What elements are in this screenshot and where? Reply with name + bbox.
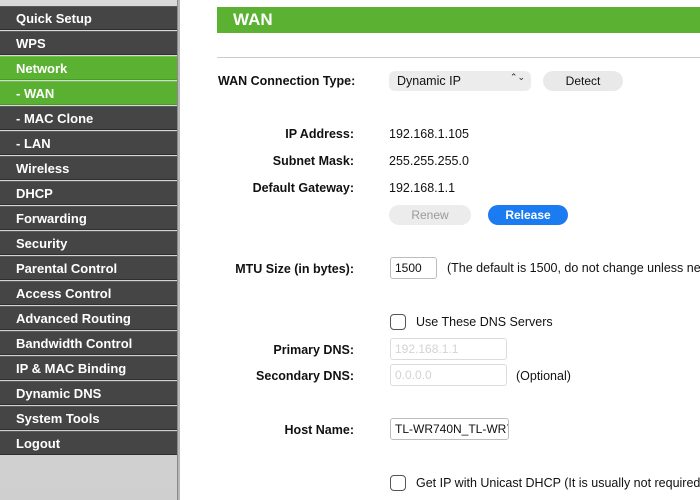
chevron-up-down-icon: ⌃⌄ <box>509 72 525 82</box>
mtu-size-label: MTU Size (in bytes): <box>235 262 354 276</box>
sidebar-item-access-control[interactable]: Access Control <box>0 281 177 305</box>
primary-dns-label: Primary DNS: <box>273 343 354 357</box>
connection-type-label: WAN Connection Type: <box>218 74 356 88</box>
sidebar-item-advanced-routing[interactable]: Advanced Routing <box>0 306 177 330</box>
unicast-dhcp-label: Get IP with Unicast DHCP (It is usually … <box>416 476 700 490</box>
renew-button[interactable]: Renew <box>389 205 471 225</box>
sidebar-item-network[interactable]: Network <box>0 56 177 80</box>
ip-address-label: IP Address: <box>285 127 354 141</box>
connection-type-select[interactable]: Dynamic IP ⌃⌄ <box>389 71 531 91</box>
default-gateway-value: 192.168.1.1 <box>389 181 456 195</box>
sidebar-scroll-edge <box>177 0 180 500</box>
release-button[interactable]: Release <box>488 205 568 225</box>
sidebar-item-mac-clone[interactable]: - MAC Clone <box>0 106 177 130</box>
page-title: WAN <box>217 7 700 33</box>
use-dns-label: Use These DNS Servers <box>416 315 553 329</box>
sidebar-item-wan[interactable]: - WAN <box>0 81 177 105</box>
primary-dns-input[interactable]: 192.168.1.1 <box>390 338 507 360</box>
mtu-size-input[interactable]: 1500 <box>390 257 437 279</box>
sidebar-item-lan[interactable]: - LAN <box>0 131 177 155</box>
sidebar-item-bandwidth-control[interactable]: Bandwidth Control <box>0 331 177 355</box>
unicast-dhcp-checkbox[interactable] <box>390 475 406 491</box>
sidebar-item-forwarding[interactable]: Forwarding <box>0 206 177 230</box>
sidebar-item-quick-setup[interactable]: Quick Setup <box>0 6 177 30</box>
host-name-input[interactable]: TL-WR740N_TL-WR741ND <box>390 418 509 440</box>
sidebar: Quick Setup WPS Network - WAN - MAC Clon… <box>0 0 180 500</box>
header-divider <box>217 57 700 58</box>
secondary-dns-input[interactable]: 0.0.0.0 <box>390 364 507 386</box>
sidebar-item-logout[interactable]: Logout <box>0 431 177 455</box>
sidebar-item-system-tools[interactable]: System Tools <box>0 406 177 430</box>
subnet-mask-value: 255.255.255.0 <box>389 154 469 168</box>
ip-address-value: 192.168.1.105 <box>389 127 469 141</box>
sidebar-item-wps[interactable]: WPS <box>0 31 177 55</box>
default-gateway-label: Default Gateway: <box>252 181 354 195</box>
sidebar-item-dhcp[interactable]: DHCP <box>0 181 177 205</box>
use-dns-checkbox[interactable] <box>390 314 406 330</box>
sidebar-item-wireless[interactable]: Wireless <box>0 156 177 180</box>
sidebar-item-security[interactable]: Security <box>0 231 177 255</box>
detect-button[interactable]: Detect <box>543 71 623 91</box>
secondary-dns-label: Secondary DNS: <box>256 369 354 383</box>
sidebar-item-ip-mac-binding[interactable]: IP & MAC Binding <box>0 356 177 380</box>
sidebar-item-dynamic-dns[interactable]: Dynamic DNS <box>0 381 177 405</box>
subnet-mask-label: Subnet Mask: <box>272 154 354 168</box>
sidebar-item-parental-control[interactable]: Parental Control <box>0 256 177 280</box>
optional-label: (Optional) <box>516 369 571 383</box>
mtu-note: (The default is 1500, do not change unle… <box>447 261 700 275</box>
connection-type-value: Dynamic IP <box>397 74 461 88</box>
host-name-label: Host Name: <box>284 423 354 437</box>
